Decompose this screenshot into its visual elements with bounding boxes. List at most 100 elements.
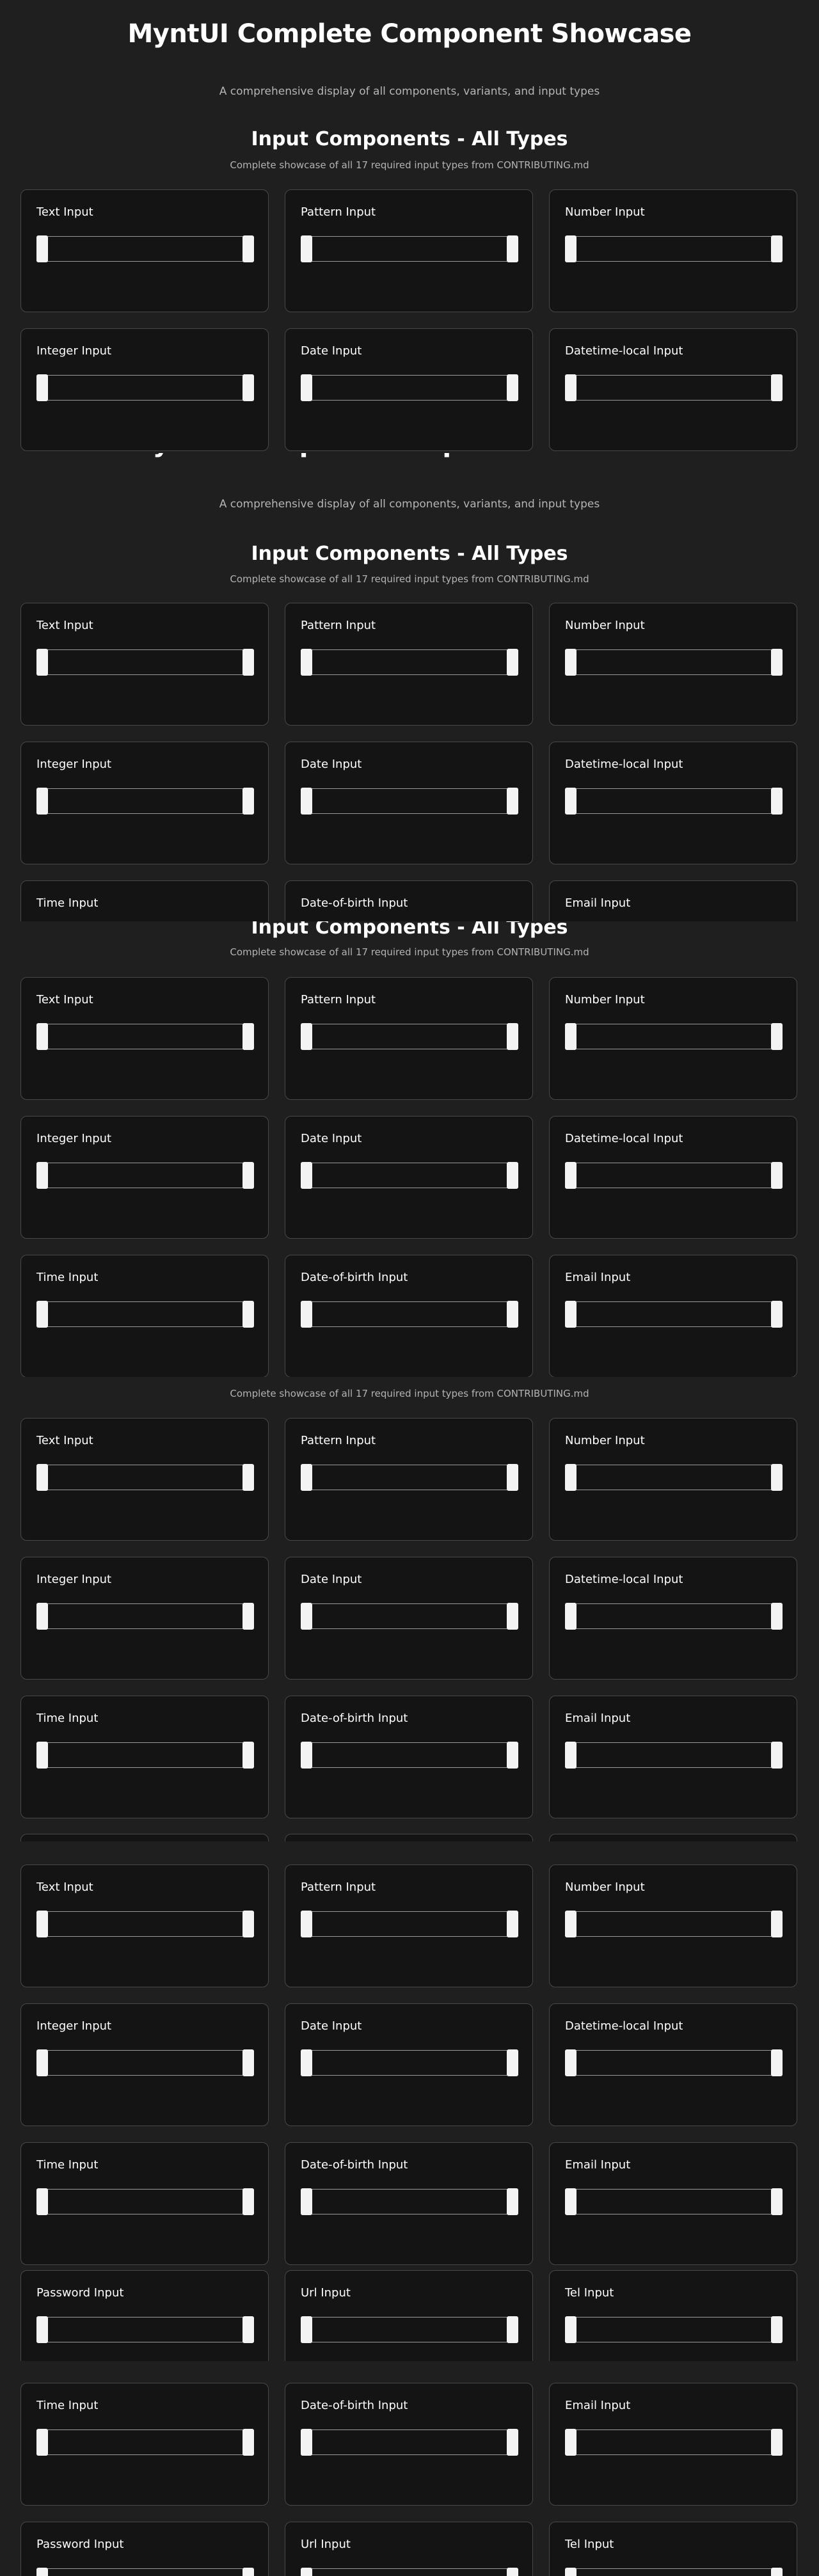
input-resize-handle[interactable] (301, 788, 312, 815)
input-resize-handle[interactable] (565, 788, 576, 815)
input-field[interactable] (36, 235, 254, 262)
input-resize-handle[interactable] (301, 2316, 312, 2343)
input-resize-handle[interactable] (771, 1742, 783, 1769)
input-resize-handle[interactable] (771, 2429, 783, 2456)
input-field[interactable] (301, 1911, 518, 1937)
input-field[interactable] (301, 2568, 518, 2576)
input-field[interactable] (301, 2316, 518, 2343)
input-field[interactable] (36, 374, 254, 401)
input-resize-handle[interactable] (771, 235, 783, 262)
input-resize-handle[interactable] (36, 1742, 48, 1769)
input-resize-handle[interactable] (243, 1911, 254, 1937)
input-field[interactable] (36, 1464, 254, 1491)
input-resize-handle[interactable] (36, 1301, 48, 1328)
input-field[interactable] (36, 2429, 254, 2456)
input-field[interactable] (301, 788, 518, 815)
input-field[interactable] (36, 2188, 254, 2215)
input-resize-handle[interactable] (507, 2049, 518, 2076)
input-resize-handle[interactable] (771, 1464, 783, 1491)
input-field[interactable] (565, 1023, 783, 1050)
input-field[interactable] (301, 1464, 518, 1491)
input-resize-handle[interactable] (507, 1603, 518, 1630)
input-resize-handle[interactable] (565, 1023, 576, 1050)
input-resize-handle[interactable] (507, 1464, 518, 1491)
input-resize-handle[interactable] (771, 374, 783, 401)
input-field[interactable] (301, 2188, 518, 2215)
input-resize-handle[interactable] (565, 1911, 576, 1937)
input-resize-handle[interactable] (36, 649, 48, 676)
input-resize-handle[interactable] (565, 2049, 576, 2076)
input-resize-handle[interactable] (36, 2429, 48, 2456)
input-resize-handle[interactable] (36, 2049, 48, 2076)
input-resize-handle[interactable] (36, 2568, 48, 2576)
input-resize-handle[interactable] (771, 788, 783, 815)
input-field[interactable] (36, 1023, 254, 1050)
input-resize-handle[interactable] (301, 1464, 312, 1491)
input-resize-handle[interactable] (243, 1603, 254, 1630)
input-resize-handle[interactable] (771, 2049, 783, 2076)
input-resize-handle[interactable] (507, 2429, 518, 2456)
input-resize-handle[interactable] (507, 1742, 518, 1769)
input-resize-handle[interactable] (771, 2568, 783, 2576)
input-field[interactable] (301, 1301, 518, 1328)
input-resize-handle[interactable] (771, 1301, 783, 1328)
input-resize-handle[interactable] (565, 2568, 576, 2576)
input-resize-handle[interactable] (301, 1911, 312, 1937)
input-field[interactable] (301, 235, 518, 262)
input-field[interactable] (565, 1162, 783, 1189)
input-field[interactable] (565, 1464, 783, 1491)
input-field[interactable] (36, 1742, 254, 1769)
input-resize-handle[interactable] (507, 788, 518, 815)
input-field[interactable] (36, 1301, 254, 1328)
input-resize-handle[interactable] (507, 374, 518, 401)
input-resize-handle[interactable] (243, 2049, 254, 2076)
input-resize-handle[interactable] (301, 1742, 312, 1769)
input-resize-handle[interactable] (243, 1162, 254, 1189)
input-resize-handle[interactable] (301, 1023, 312, 1050)
input-resize-handle[interactable] (36, 1023, 48, 1050)
input-field[interactable] (301, 1742, 518, 1769)
input-resize-handle[interactable] (565, 1742, 576, 1769)
input-resize-handle[interactable] (36, 788, 48, 815)
input-field[interactable] (36, 2316, 254, 2343)
input-resize-handle[interactable] (301, 2188, 312, 2215)
input-resize-handle[interactable] (771, 1162, 783, 1189)
input-field[interactable] (301, 1603, 518, 1630)
input-resize-handle[interactable] (243, 235, 254, 262)
input-resize-handle[interactable] (771, 1023, 783, 1050)
input-resize-handle[interactable] (301, 1603, 312, 1630)
input-resize-handle[interactable] (771, 649, 783, 676)
input-resize-handle[interactable] (771, 1911, 783, 1937)
input-resize-handle[interactable] (243, 2316, 254, 2343)
input-resize-handle[interactable] (507, 2316, 518, 2343)
input-resize-handle[interactable] (243, 788, 254, 815)
input-resize-handle[interactable] (36, 374, 48, 401)
input-resize-handle[interactable] (507, 2188, 518, 2215)
input-field[interactable] (36, 2049, 254, 2076)
input-resize-handle[interactable] (36, 1464, 48, 1491)
input-resize-handle[interactable] (243, 1301, 254, 1328)
input-field[interactable] (301, 2049, 518, 2076)
input-resize-handle[interactable] (507, 649, 518, 676)
input-resize-handle[interactable] (565, 2188, 576, 2215)
input-resize-handle[interactable] (301, 2568, 312, 2576)
input-field[interactable] (565, 1603, 783, 1630)
input-resize-handle[interactable] (243, 1023, 254, 1050)
input-field[interactable] (565, 1742, 783, 1769)
input-resize-handle[interactable] (243, 649, 254, 676)
input-resize-handle[interactable] (301, 374, 312, 401)
input-field[interactable] (301, 1023, 518, 1050)
input-resize-handle[interactable] (771, 2188, 783, 2215)
input-resize-handle[interactable] (36, 1603, 48, 1630)
input-resize-handle[interactable] (565, 1301, 576, 1328)
input-field[interactable] (565, 2568, 783, 2576)
input-resize-handle[interactable] (301, 1162, 312, 1189)
input-resize-handle[interactable] (36, 2316, 48, 2343)
input-field[interactable] (301, 374, 518, 401)
input-field[interactable] (36, 1162, 254, 1189)
input-field[interactable] (301, 1162, 518, 1189)
input-resize-handle[interactable] (36, 1911, 48, 1937)
input-field[interactable] (565, 1911, 783, 1937)
input-field[interactable] (565, 2429, 783, 2456)
input-resize-handle[interactable] (36, 1162, 48, 1189)
